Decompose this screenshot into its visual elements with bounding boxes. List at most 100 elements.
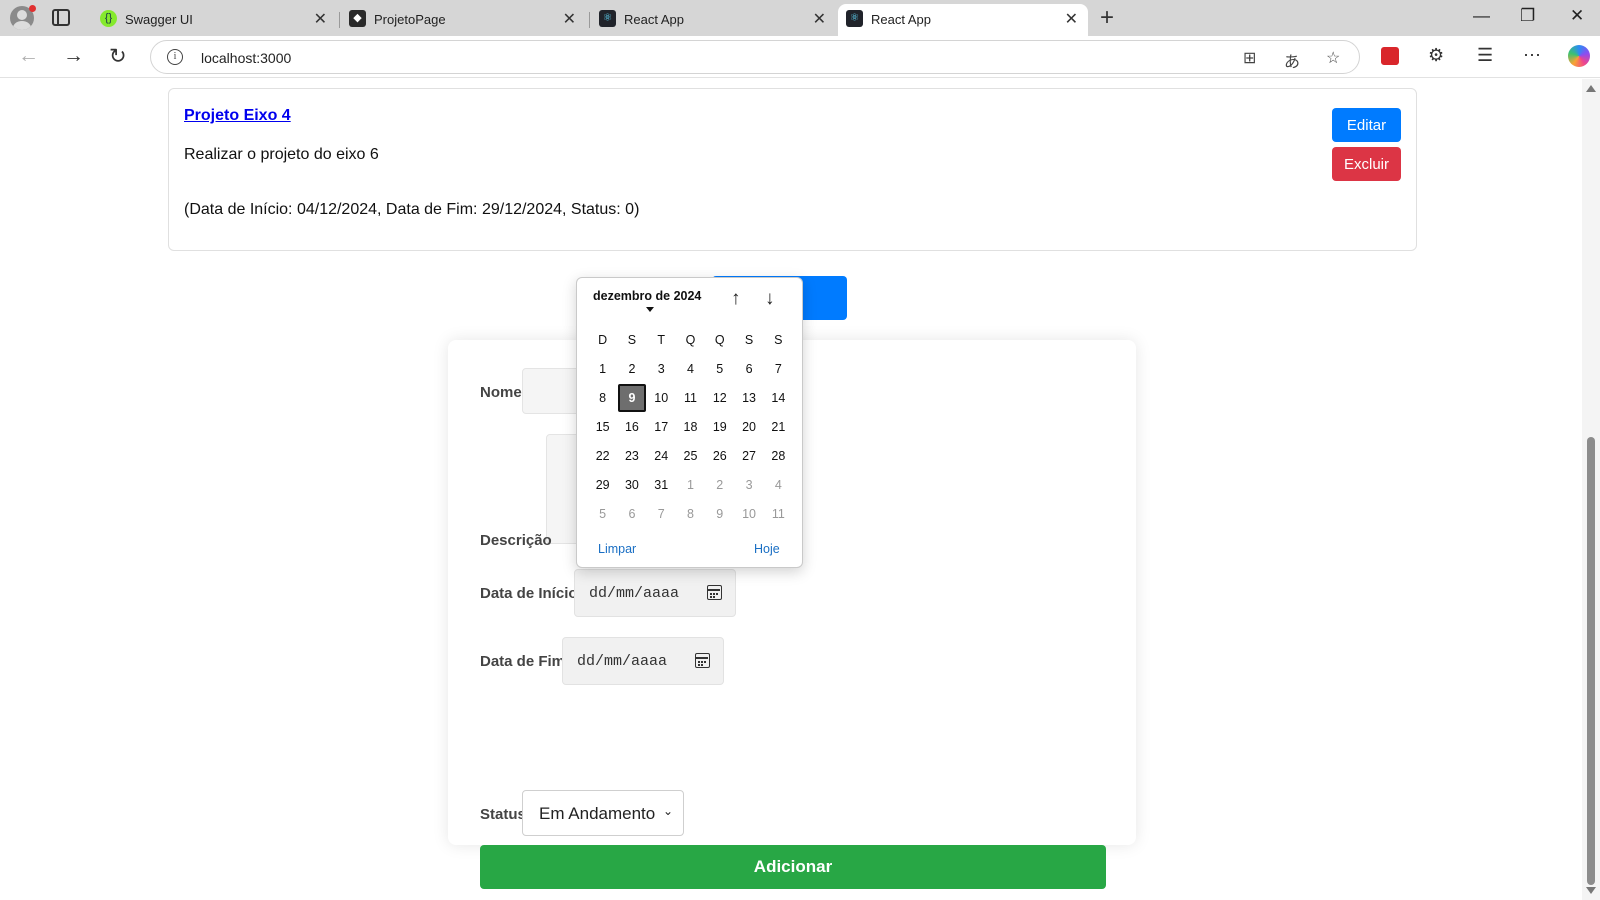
month-dropdown-caret-icon[interactable]: [646, 307, 654, 312]
calendar-day[interactable]: 15: [588, 413, 617, 442]
calendar-week-row: 15 16 17 18 19 20 21: [588, 413, 793, 442]
end-date-placeholder: dd/mm/aaaa: [577, 653, 668, 670]
address-text[interactable]: localhost:3000: [201, 50, 291, 66]
favorite-star-icon[interactable]: ☆: [1326, 48, 1340, 68]
calendar-day[interactable]: 13: [734, 384, 763, 413]
scrollbar-thumb[interactable]: [1587, 437, 1595, 885]
status-selected-value: Em Andamento: [539, 804, 656, 823]
calendar-day[interactable]: 29: [588, 471, 617, 500]
calendar-day[interactable]: 12: [705, 384, 734, 413]
calendar-day[interactable]: 25: [676, 442, 705, 471]
calendar-day[interactable]: 10: [647, 384, 676, 413]
calendar-day[interactable]: 3: [647, 355, 676, 384]
calendar-day[interactable]: 22: [588, 442, 617, 471]
forward-icon[interactable]: →: [63, 44, 84, 68]
calendar-day[interactable]: 27: [734, 442, 763, 471]
calendar-day[interactable]: 24: [647, 442, 676, 471]
calendar-day-next-month[interactable]: 9: [705, 500, 734, 529]
month-year-selector[interactable]: dezembro de 2024: [593, 289, 701, 303]
restore-icon[interactable]: ❐: [1520, 6, 1535, 26]
start-date-placeholder: dd/mm/aaaa: [589, 585, 680, 602]
extension-icon[interactable]: [1381, 47, 1399, 65]
project-details: (Data de Início: 04/12/2024, Data de Fim…: [184, 201, 640, 218]
calendar-day-next-month[interactable]: 5: [588, 500, 617, 529]
calendar-day[interactable]: 7: [764, 355, 793, 384]
calendar-day[interactable]: 30: [617, 471, 646, 500]
calendar-day[interactable]: 20: [734, 413, 763, 442]
calendar-day[interactable]: 4: [676, 355, 705, 384]
browser-tab-strip: {} Swagger UI ✕ ◆ ProjetoPage ✕ ⚛ React …: [0, 0, 1600, 36]
calendar-day[interactable]: 1: [588, 355, 617, 384]
status-select[interactable]: Em Andamento ⌄: [522, 790, 684, 836]
more-options-icon[interactable]: ⋯: [1523, 45, 1541, 66]
previous-month-arrow-icon[interactable]: ↑: [731, 288, 741, 310]
tab-swagger-ui[interactable]: {} Swagger UI ✕: [92, 4, 337, 36]
calendar-icon[interactable]: [695, 653, 710, 668]
calendar-day[interactable]: 6: [734, 355, 763, 384]
add-button[interactable]: Adicionar: [480, 845, 1106, 889]
tab-projetopage[interactable]: ◆ ProjetoPage ✕: [341, 4, 586, 36]
calendar-day-selected[interactable]: 9: [617, 384, 646, 413]
scroll-up-arrow-icon[interactable]: [1586, 85, 1596, 92]
calendar-day[interactable]: 31: [647, 471, 676, 500]
calendar-day[interactable]: 11: [676, 384, 705, 413]
tab-react-app-active[interactable]: ⚛ React App ✕: [838, 4, 1088, 36]
page-scrollbar[interactable]: [1582, 79, 1600, 900]
calendar-day-next-month[interactable]: 11: [764, 500, 793, 529]
close-tab-icon[interactable]: ✕: [314, 9, 327, 29]
address-bar[interactable]: i localhost:3000 ⊞ あ ☆: [150, 40, 1360, 74]
calendar-icon[interactable]: [707, 585, 722, 600]
clear-date-button[interactable]: Limpar: [598, 542, 636, 556]
chevron-down-icon: ⌄: [662, 804, 673, 818]
calendar-day-next-month[interactable]: 1: [676, 471, 705, 500]
calendar-day-next-month[interactable]: 4: [764, 471, 793, 500]
close-window-icon[interactable]: ✕: [1570, 6, 1584, 26]
weekday-label: S: [774, 333, 783, 347]
description-label: Descrição: [480, 532, 552, 549]
minimize-icon[interactable]: —: [1473, 6, 1490, 26]
calendar-day[interactable]: 23: [617, 442, 646, 471]
calendar-day-next-month[interactable]: 7: [647, 500, 676, 529]
reload-icon[interactable]: ↻: [109, 44, 127, 69]
tab-react-app[interactable]: ⚛ React App ✕: [591, 4, 836, 36]
calendar-week-row: 29 30 31 1 2 3 4: [588, 471, 793, 500]
calendar-day[interactable]: 17: [647, 413, 676, 442]
calendar-day-next-month[interactable]: 2: [705, 471, 734, 500]
calendar-day[interactable]: 14: [764, 384, 793, 413]
weekday-label: Q: [714, 333, 725, 347]
delete-button[interactable]: Excluir: [1332, 147, 1401, 181]
calendar-day[interactable]: 19: [705, 413, 734, 442]
close-tab-icon[interactable]: ✕: [563, 9, 576, 29]
calendar-day[interactable]: 16: [617, 413, 646, 442]
translate-icon[interactable]: あ: [1284, 48, 1300, 72]
calendar-day-next-month[interactable]: 8: [676, 500, 705, 529]
calendar-day[interactable]: 26: [705, 442, 734, 471]
calendar-week-row: 1 2 3 4 5 6 7: [588, 355, 793, 384]
close-tab-icon[interactable]: ✕: [1065, 9, 1078, 29]
app-available-icon[interactable]: ⊞: [1243, 48, 1256, 68]
end-date-input[interactable]: dd/mm/aaaa: [562, 637, 724, 685]
tab-actions-icon[interactable]: [52, 9, 70, 26]
edit-button[interactable]: Editar: [1332, 108, 1401, 142]
back-icon[interactable]: ←: [18, 44, 39, 68]
calendar-day[interactable]: 5: [705, 355, 734, 384]
copilot-icon[interactable]: [1568, 45, 1590, 67]
new-tab-icon[interactable]: +: [1100, 4, 1114, 32]
calendar-day-next-month[interactable]: 6: [617, 500, 646, 529]
scroll-down-arrow-icon[interactable]: [1586, 887, 1596, 894]
calendar-day[interactable]: 8: [588, 384, 617, 413]
calendar-day-next-month[interactable]: 10: [734, 500, 763, 529]
calendar-day[interactable]: 18: [676, 413, 705, 442]
next-month-arrow-icon[interactable]: ↓: [765, 288, 775, 310]
calendar-day[interactable]: 28: [764, 442, 793, 471]
project-title-link[interactable]: Projeto Eixo 4: [184, 107, 291, 125]
calendar-day[interactable]: 2: [617, 355, 646, 384]
extensions-puzzle-icon[interactable]: ⚙: [1428, 45, 1444, 66]
calendar-day[interactable]: 21: [764, 413, 793, 442]
close-tab-icon[interactable]: ✕: [813, 9, 826, 29]
calendar-day-next-month[interactable]: 3: [734, 471, 763, 500]
today-button[interactable]: Hoje: [754, 542, 780, 556]
site-info-icon[interactable]: i: [167, 49, 183, 65]
start-date-input[interactable]: dd/mm/aaaa: [574, 569, 736, 617]
favorites-icon[interactable]: ☰: [1477, 45, 1493, 66]
